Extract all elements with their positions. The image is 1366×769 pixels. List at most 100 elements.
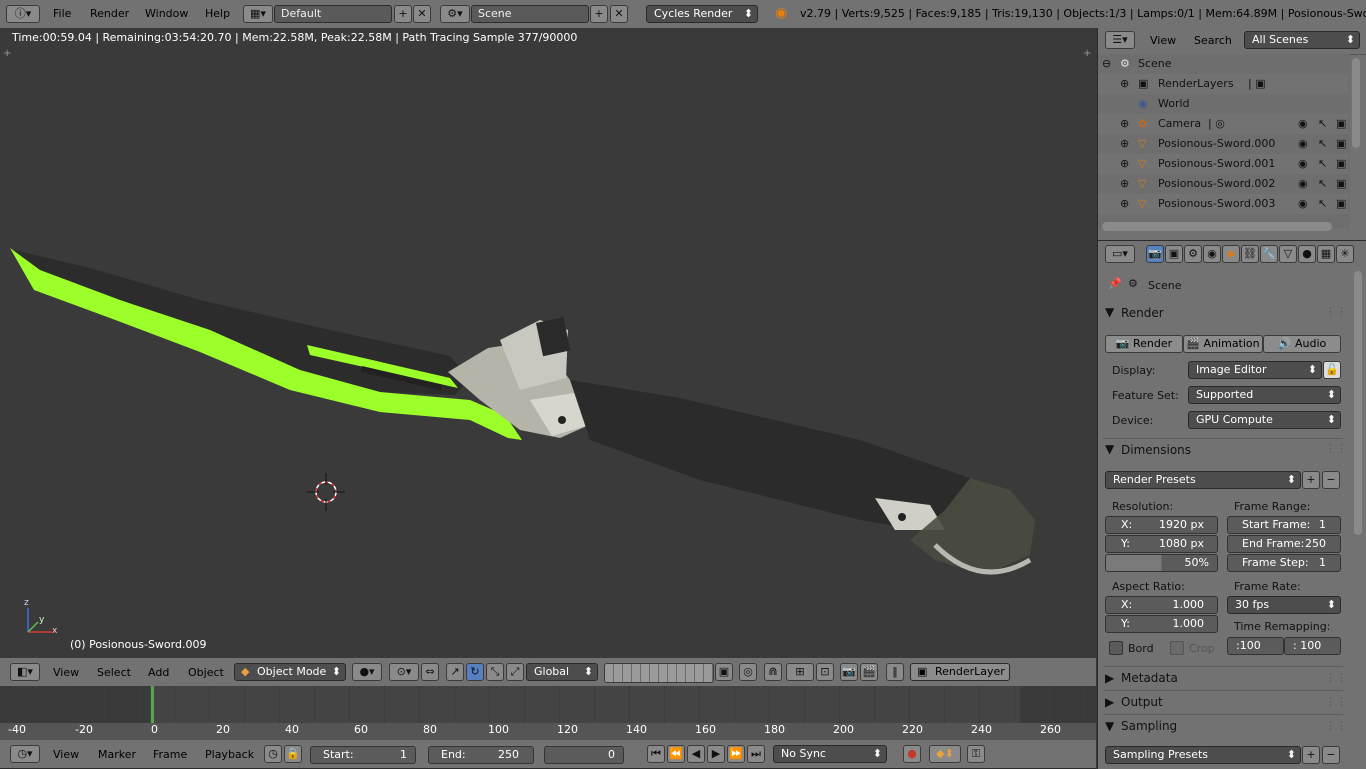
expand-icon[interactable]: ⊕ [1120,194,1129,214]
drag-handle-icon[interactable]: ⋮⋮ [1325,305,1347,318]
animation-button[interactable]: 🎬 Animation [1183,335,1263,353]
add-preset-icon[interactable]: + [1302,471,1320,489]
tab-render-icon[interactable]: 📷 [1146,245,1164,263]
outliner-menu-search[interactable]: Search [1194,34,1232,47]
tree-item-renderlayers[interactable]: ⊕ ▣ RenderLayers | ▣ [1098,74,1348,94]
screen-layout-icon[interactable]: ▦▾ [243,5,273,23]
border-checkbox[interactable] [1109,641,1123,655]
current-frame-field[interactable]: 0 [544,746,624,764]
layer-buttons[interactable] [604,663,714,683]
outliner-editor-icon[interactable]: ☰▾ [1105,31,1135,49]
menu-help[interactable]: Help [205,7,230,20]
display-dropdown[interactable]: Image Editor ⬍ [1188,361,1322,379]
select-cursor-icon[interactable]: ↖ [1318,134,1327,154]
orientation-dropdown[interactable]: Global ⬍ [526,663,598,681]
display-lock-icon[interactable]: 🔓 [1323,361,1341,379]
menu-render[interactable]: Render [90,7,129,20]
snap-element-icon[interactable]: ⊡ [816,663,834,681]
pause-icon[interactable]: ‖ [886,663,904,681]
resolution-percentage-slider[interactable]: 50% [1105,554,1218,572]
jump-start-icon[interactable]: ⏮ [647,745,665,763]
translate-icon[interactable]: ↗ [446,663,464,681]
dimensions-panel-header[interactable]: ▼ Dimensions ⋮⋮ [1103,438,1347,459]
keyframe-insert-icon[interactable]: ⚿ [967,745,985,763]
select-cursor-icon[interactable]: ↖ [1318,114,1327,134]
visibility-eye-icon[interactable]: ◉ [1298,154,1308,174]
drag-handle-icon[interactable]: ⋮⋮ [1325,442,1347,455]
aspect-y-field[interactable]: Y: 1.000 [1105,615,1218,633]
jump-end-icon[interactable]: ⏭ [747,745,765,763]
properties-editor[interactable]: ▭▾ 📷 ▣ ⚙ ◉ ◆ ⛓ 🔧 ▽ ● ▦ ✳ 📌 ⚙ Scene ▼ Ren… [1097,240,1366,769]
delete-scene-icon[interactable]: ✕ [610,5,628,23]
keying-set-icon[interactable]: ◆⬍ [929,745,961,763]
tab-texture-icon[interactable]: ▦ [1317,245,1335,263]
outliner-hscrollbar[interactable] [1102,222,1332,231]
mode-dropdown[interactable]: ◆ Object Mode ⬍ [234,663,346,681]
3d-viewport[interactable]: Time:00:59.04 | Remaining:03:54:20.70 | … [0,28,1096,658]
outliner-menu-view[interactable]: View [1150,34,1176,47]
timeline-menu-marker[interactable]: Marker [98,748,136,761]
playhead[interactable] [151,686,154,723]
frame-step-field[interactable]: Frame Step: 1 [1227,554,1341,572]
tree-item-scene[interactable]: ⊖ ⚙ Scene [1098,54,1348,74]
tree-item-sword-003[interactable]: ⊕ ▽ Posionous-Sword.003 ◉ ↖ ▣ [1098,194,1348,214]
lock-layers-icon[interactable]: ▣ [715,663,733,681]
sampling-presets-dropdown[interactable]: Sampling Presets ⬍ [1105,746,1301,764]
tab-particles-icon[interactable]: ✳ [1336,245,1354,263]
drag-handle-icon[interactable]: ⋮⋮ [1325,719,1347,732]
rotate-icon[interactable]: ↻ [466,663,484,681]
manipulator-toggle-icon[interactable]: ⇔ [421,663,439,681]
render-camera-icon[interactable]: ▣ [1336,194,1346,214]
menu-file[interactable]: File [53,7,71,20]
add-layout-icon[interactable]: + [394,5,412,23]
sync-dropdown[interactable]: No Sync ⬍ [773,745,887,763]
output-panel-header[interactable]: ▶ Output ⋮⋮ [1103,690,1347,711]
tab-world-icon[interactable]: ◉ [1203,245,1221,263]
tab-material-icon[interactable]: ● [1298,245,1316,263]
proportional-edit-icon[interactable]: ◎ [739,663,757,681]
outliner-filter-dropdown[interactable]: All Scenes ⬍ [1244,31,1360,49]
tab-modifiers-icon[interactable]: 🔧 [1260,245,1278,263]
collapse-icon[interactable]: ⊖ [1102,54,1111,74]
outliner[interactable]: ☰▾ View Search All Scenes ⬍ ⊖ ⚙ Scene ⊕ ▣ Ren… [1097,28,1366,240]
play-reverse-icon[interactable]: ◀ [687,745,705,763]
visibility-eye-icon[interactable]: ◉ [1298,194,1308,214]
visibility-eye-icon[interactable]: ◉ [1298,114,1308,134]
info-editor-button[interactable]: ⓘ▾ [6,5,40,23]
timeline-menu-frame[interactable]: Frame [153,748,187,761]
tree-item-world[interactable]: ◉ World [1098,94,1348,114]
scene-icon[interactable]: ⚙▾ [440,5,470,23]
menu-window[interactable]: Window [145,7,188,20]
properties-editor-icon[interactable]: ▭▾ [1105,245,1135,263]
add-scene-icon[interactable]: + [590,5,608,23]
render-presets-dropdown[interactable]: Render Presets ⬍ [1105,471,1301,489]
properties-vscrollbar[interactable] [1354,271,1362,535]
tree-item-sword-001[interactable]: ⊕ ▽ Posionous-Sword.001 ◉ ↖ ▣ [1098,154,1348,174]
timeline-menu-view[interactable]: View [53,748,79,761]
tab-object-icon[interactable]: ◆ [1222,245,1240,263]
timeline-area[interactable]: -40 -20 0 20 40 60 80 100 120 140 160 18… [0,686,1096,740]
pivot-icon[interactable]: ⊙▾ [389,663,419,681]
tree-item-sword-000[interactable]: ⊕ ▽ Posionous-Sword.000 ◉ ↖ ▣ [1098,134,1348,154]
end-frame-field[interactable]: End Frame: 250 [1227,535,1341,553]
expand-icon[interactable]: ⊕ [1120,114,1129,134]
tree-item-camera[interactable]: ⊕ ✿ Camera | ◎ ◉ ↖ ▣ [1098,114,1348,134]
transform-icon[interactable]: ⤢ [506,663,524,681]
remove-preset-icon[interactable]: − [1322,471,1340,489]
lock-icon[interactable]: 🔒 [284,745,302,763]
resolution-y-field[interactable]: Y: 1080 px [1105,535,1218,553]
crop-checkbox[interactable] [1170,641,1184,655]
render-layer-field[interactable]: ▣ RenderLayer [910,663,1010,681]
jump-keyframe-forward-icon[interactable]: ⏩ [727,745,745,763]
tab-renderlayers-icon[interactable]: ▣ [1165,245,1183,263]
render-camera-icon[interactable]: ▣ [1336,134,1346,154]
drag-handle-icon[interactable]: ⋮⋮ [1325,671,1347,684]
resolution-x-field[interactable]: X: 1920 px [1105,516,1218,534]
tree-item-sword-002[interactable]: ⊕ ▽ Posionous-Sword.002 ◉ ↖ ▣ [1098,174,1348,194]
render-camera-icon[interactable]: ▣ [1336,114,1346,134]
render-button[interactable]: 📷 Render [1105,335,1183,353]
remap-new-field[interactable]: : 100 [1284,637,1341,655]
metadata-panel-header[interactable]: ▶ Metadata ⋮⋮ [1103,666,1347,687]
opengl-anim-icon[interactable]: 🎬 [860,663,878,681]
frame-rate-dropdown[interactable]: 30 fps ⬍ [1227,596,1341,614]
